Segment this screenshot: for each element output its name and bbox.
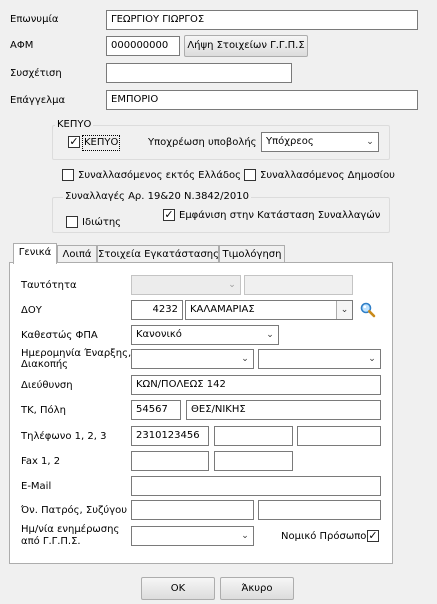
transactions-group-title: Συναλλαγές Αρ. 19&20 Ν.3842/2010 <box>63 191 251 203</box>
vat-select[interactable]: Κανονικό ⌄ <box>131 325 279 345</box>
kepyo-checkbox[interactable]: ✓ <box>68 136 80 148</box>
chevron-down-icon: ⌄ <box>266 330 274 340</box>
fetch-gsis-button[interactable]: Λήψη Στοιχείων Γ.Γ.Π.Σ <box>184 35 308 57</box>
legal-person-label: Νομικό Πρόσωπο <box>281 531 367 542</box>
address-input[interactable]: ΚΩΝ/ΠΟΛΕΩΣ 142 <box>131 375 381 395</box>
obligation-value: Υπόχρεος <box>266 136 314 147</box>
show-in-report-checkbox[interactable]: ✓ <box>163 209 175 221</box>
cancel-button[interactable]: Άκυρο <box>220 577 294 600</box>
name-label: Επωνυμία <box>10 14 59 25</box>
fax-label: Fax 1, 2 <box>21 456 61 467</box>
afm-label: ΑΦΜ <box>10 40 34 51</box>
id-label: Ταυτότητα <box>21 280 77 291</box>
doy-code-input[interactable]: 4232 <box>131 300 183 320</box>
parents-label: Όν. Πατρός, Συζύγου <box>21 505 128 516</box>
chevron-down-icon: ⌄ <box>366 137 374 147</box>
foreign-checkbox[interactable] <box>62 169 74 181</box>
zip-input[interactable]: 54567 <box>131 400 181 420</box>
dates-label-2: Διακοπής <box>21 359 69 370</box>
update-label-2: από Γ.Γ.Π.Σ. <box>21 536 81 547</box>
doy-label: ΔΟΥ <box>21 305 42 316</box>
kepyo-checkbox-label: ΚΕΠΥΟ <box>81 135 121 151</box>
phone-label: Τηλέφωνο 1, 2, 3 <box>21 431 107 442</box>
city-input[interactable]: ΘΕΣ/ΝΙΚΗΣ <box>186 400 381 420</box>
spouse-name-input[interactable] <box>258 500 381 520</box>
fax2-input[interactable] <box>214 451 293 471</box>
tab-other[interactable]: Λοιπά <box>57 245 97 263</box>
legal-person-checkbox[interactable]: ✓ <box>367 530 379 542</box>
id-number-input[interactable] <box>244 275 353 295</box>
phone2-input[interactable] <box>214 426 293 446</box>
zip-city-label: ΤΚ, Πόλη <box>21 405 66 416</box>
relation-label: Συσχέτιση <box>10 68 62 79</box>
name-input[interactable]: ΓΕΩΡΓΙΟΥ ΓΙΩΡΓΟΣ <box>106 10 418 30</box>
public-checkbox[interactable] <box>244 169 256 181</box>
private-label: Ιδιώτης <box>82 217 122 228</box>
chevron-down-icon: ⌄ <box>241 354 249 364</box>
phone1-input[interactable]: 2310123456 <box>131 426 209 446</box>
doy-name-value: ΚΑΛΑΜΑΡΙΑΣ <box>190 304 255 315</box>
kepyo-group-title: ΚΕΠΥΟ <box>55 119 94 131</box>
obligation-label: Υποχρέωση υποβολής <box>148 137 257 148</box>
show-in-report-label: Εμφάνιση στην Κατάσταση Συναλλαγών <box>179 210 381 221</box>
father-name-input[interactable] <box>131 500 254 520</box>
vat-value: Κανονικό <box>136 329 182 340</box>
obligation-select[interactable]: Υπόχρεος ⌄ <box>261 132 379 152</box>
address-label: Διεύθυνση <box>21 380 73 391</box>
fax1-input[interactable] <box>131 451 209 471</box>
start-date-select[interactable]: ⌄ <box>131 349 254 369</box>
chevron-down-icon: ⌄ <box>241 531 249 541</box>
email-label: E-Mail <box>21 481 52 492</box>
end-date-select[interactable]: ⌄ <box>258 349 381 369</box>
chevron-down-icon: ⌄ <box>368 354 376 364</box>
foreign-label: Συναλλασόμενος εκτός Ελλάδος <box>78 170 242 181</box>
vat-label: Καθεστώς ΦΠΑ <box>21 330 98 341</box>
id-type-select[interactable]: ⌄ <box>131 275 241 295</box>
email-input[interactable] <box>131 476 381 496</box>
tab-installation[interactable]: Στοιχεία Εγκατάστασης <box>97 245 219 263</box>
profession-label: Επάγγελμα <box>10 95 66 106</box>
afm-input[interactable]: 000000000 <box>106 36 180 56</box>
ok-button[interactable]: OK <box>141 577 215 600</box>
tab-invoicing[interactable]: Τιμολόγηση <box>219 245 285 263</box>
tab-general[interactable]: Γενικά <box>13 243 57 264</box>
public-label: Συναλλασόμενος Δημοσίου <box>260 170 395 181</box>
update-date-select[interactable]: ⌄ <box>131 526 254 546</box>
chevron-down-icon: ⌄ <box>336 301 352 319</box>
update-label-1: Ημ/νία ενημέρωσης <box>21 524 120 535</box>
search-icon[interactable] <box>359 301 377 319</box>
relation-input[interactable] <box>106 63 292 83</box>
doy-select[interactable]: ΚΑΛΑΜΑΡΙΑΣ ⌄ <box>185 300 353 320</box>
phone3-input[interactable] <box>297 426 381 446</box>
private-checkbox[interactable] <box>66 216 78 228</box>
chevron-down-icon: ⌄ <box>228 280 236 290</box>
profession-input[interactable]: ΕΜΠΟΡΙΟ <box>106 90 418 110</box>
